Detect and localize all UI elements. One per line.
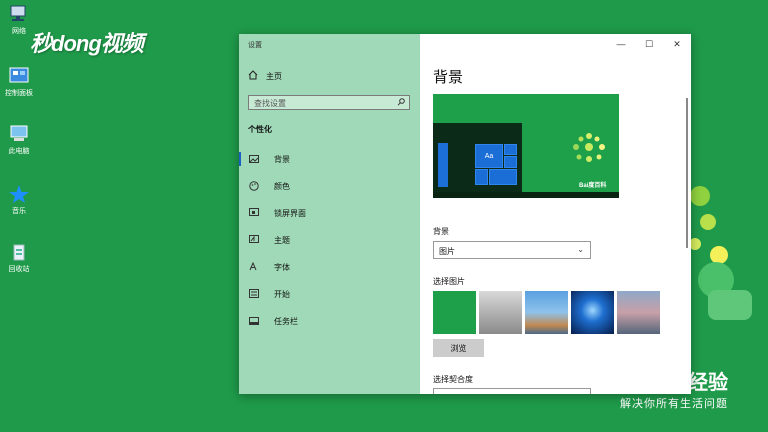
- thumbnail-green[interactable]: [433, 291, 476, 334]
- thumbnail-lake[interactable]: [617, 291, 660, 334]
- preview-tile: [475, 169, 488, 185]
- start-icon: [248, 289, 260, 300]
- corner-slogan: 解决你所有生活问题: [620, 398, 728, 410]
- thumbnail-gray-room[interactable]: [479, 291, 522, 334]
- home-icon: [248, 70, 258, 82]
- preview-tile: [504, 144, 517, 155]
- choose-picture-label: 选择图片: [433, 277, 465, 286]
- maximize-button[interactable]: ☐: [635, 34, 663, 54]
- sidebar-item-start[interactable]: 开始: [239, 281, 420, 308]
- star-icon: [8, 184, 30, 204]
- sidebar-item-lock-screen[interactable]: 锁屏界面: [239, 200, 420, 227]
- search-input[interactable]: 查找设置: [248, 95, 410, 110]
- computer-icon: [8, 124, 30, 144]
- search-icon: [397, 98, 405, 108]
- background-preview: Aa Bai度百科: [433, 94, 619, 198]
- preview-logo-dots: [573, 133, 605, 162]
- sidebar-item-label: 开始: [274, 290, 290, 299]
- background-select[interactable]: 图片 ⌄: [433, 241, 591, 259]
- deco-circle: [700, 214, 716, 230]
- chevron-down-icon: ⌄: [577, 245, 584, 254]
- desktop-icon-label: 回收站: [8, 266, 30, 273]
- sidebar-item-colors[interactable]: 颜色: [239, 173, 420, 200]
- background-label: 背景: [433, 227, 449, 236]
- sidebar-item-themes[interactable]: 主题: [239, 227, 420, 254]
- desktop-icon-control-panel[interactable]: 控制面板: [4, 66, 34, 98]
- preview-tile-main: Aa: [475, 144, 503, 168]
- section-title: 个性化: [248, 125, 272, 134]
- scrollbar[interactable]: [686, 98, 688, 248]
- settings-window: 设置 主页 查找设置 个性化 背景 颜色 锁屏界面 主题 字体 开始 任务栏 —…: [239, 34, 691, 394]
- preview-brand: Bai度百科: [579, 183, 607, 189]
- thumbnail-beach[interactable]: [525, 291, 568, 334]
- home-label: 主页: [266, 71, 282, 81]
- taskbar-icon: [248, 316, 260, 327]
- preview-tile: [489, 169, 517, 185]
- picture-thumbnails: [433, 291, 660, 334]
- sidebar-item-background[interactable]: 背景: [239, 146, 420, 173]
- deco-shape: [708, 290, 752, 320]
- font-icon: [248, 261, 260, 273]
- preview-tile: [504, 156, 517, 168]
- desktop-icon-label: 控制面板: [5, 90, 33, 97]
- sidebar: 设置 主页 查找设置 个性化 背景 颜色 锁屏界面 主题 字体 开始 任务栏: [239, 34, 420, 394]
- content-pane: — ☐ ✕ 背景 Aa Bai度百科 背景 图片 ⌄ 选择图片 浏览 选择契合度: [420, 34, 691, 394]
- page-title: 背景: [433, 69, 464, 86]
- theme-icon: [248, 235, 260, 246]
- desktop-icon-music[interactable]: 音乐: [4, 184, 34, 216]
- sidebar-item-label: 主题: [274, 236, 290, 245]
- network-icon: [8, 4, 30, 24]
- sidebar-item-taskbar[interactable]: 任务栏: [239, 308, 420, 335]
- window-controls: — ☐ ✕: [607, 34, 691, 54]
- palette-icon: [248, 180, 260, 193]
- close-button[interactable]: ✕: [663, 34, 691, 54]
- search-placeholder: 查找设置: [254, 99, 286, 108]
- corner-brand: 经验: [688, 372, 728, 394]
- picture-icon: [248, 154, 260, 165]
- fit-label: 选择契合度: [433, 375, 473, 384]
- background-select-value: 图片: [439, 247, 455, 256]
- lock-screen-icon: [248, 208, 260, 219]
- sidebar-nav: 背景 颜色 锁屏界面 主题 字体 开始 任务栏: [239, 146, 420, 335]
- minimize-button[interactable]: —: [607, 34, 635, 54]
- desktop-icon-computer[interactable]: 此电脑: [4, 124, 34, 156]
- desktop-icon-label: 此电脑: [8, 148, 30, 155]
- fit-select[interactable]: [433, 388, 591, 394]
- recycle-bin-icon: [8, 242, 30, 262]
- desktop-icon-label: 音乐: [12, 208, 26, 215]
- preview-start-list: [438, 143, 448, 187]
- sidebar-item-label: 锁屏界面: [274, 209, 306, 218]
- sidebar-item-label: 字体: [274, 263, 290, 272]
- window-title: 设置: [248, 42, 262, 49]
- watermark-logo: 秒dong视频: [30, 31, 144, 56]
- thumbnail-windows[interactable]: [571, 291, 614, 334]
- sidebar-item-label: 颜色: [274, 182, 290, 191]
- deco-circle: [690, 186, 710, 206]
- sidebar-item-label: 任务栏: [274, 317, 298, 326]
- sidebar-item-label: 背景: [274, 155, 290, 164]
- preview-taskbar: [433, 192, 619, 198]
- sidebar-item-fonts[interactable]: 字体: [239, 254, 420, 281]
- control-panel-icon: [8, 66, 30, 86]
- home-nav-item[interactable]: 主页: [248, 70, 282, 82]
- desktop-icon-recycle-bin[interactable]: 回收站: [4, 242, 34, 274]
- browse-button[interactable]: 浏览: [433, 339, 484, 357]
